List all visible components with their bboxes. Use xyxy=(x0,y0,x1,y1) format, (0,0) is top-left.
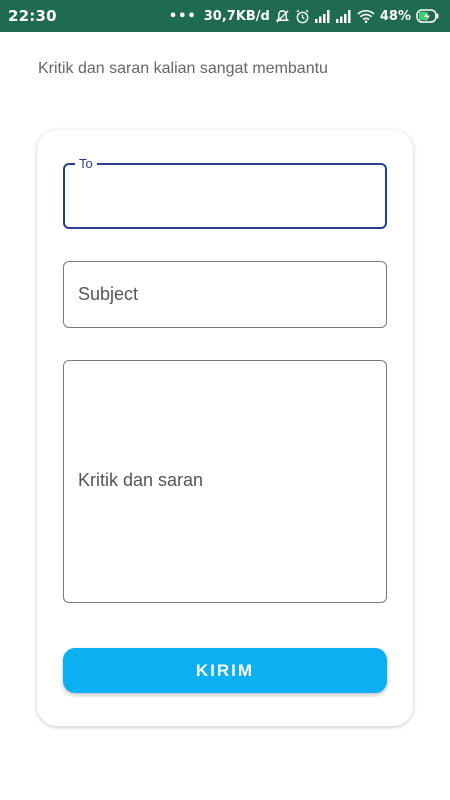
message-placeholder: Kritik dan saran xyxy=(78,470,204,490)
alarm-icon xyxy=(295,9,310,24)
more-dots-icon: ••• xyxy=(168,8,197,24)
page-subtitle: Kritik dan saran kalian sangat membantu xyxy=(38,60,328,77)
signal-icon xyxy=(335,9,352,23)
wifi-icon xyxy=(357,9,375,23)
network-speed: 30,7KB/d xyxy=(203,8,270,24)
signal-icon xyxy=(314,9,331,23)
message-field[interactable]: Kritik dan saran xyxy=(63,360,387,603)
battery-percent: 48% xyxy=(379,8,411,24)
to-label: To xyxy=(75,156,97,171)
to-field[interactable]: To xyxy=(63,156,387,229)
status-icons: ••• 30,7KB/d 48% xyxy=(169,9,440,24)
battery-charging-icon xyxy=(416,9,440,23)
status-bar: 22:30 ••• 30,7KB/d 48% xyxy=(0,0,450,32)
feedback-form-card: To Subject Kritik dan saran KIRIM xyxy=(37,130,413,726)
submit-button[interactable]: KIRIM xyxy=(63,648,387,693)
mute-icon xyxy=(275,9,290,24)
status-time: 22:30 xyxy=(8,7,57,25)
subject-field[interactable]: Subject xyxy=(63,261,387,328)
subject-placeholder: Subject xyxy=(78,284,139,304)
